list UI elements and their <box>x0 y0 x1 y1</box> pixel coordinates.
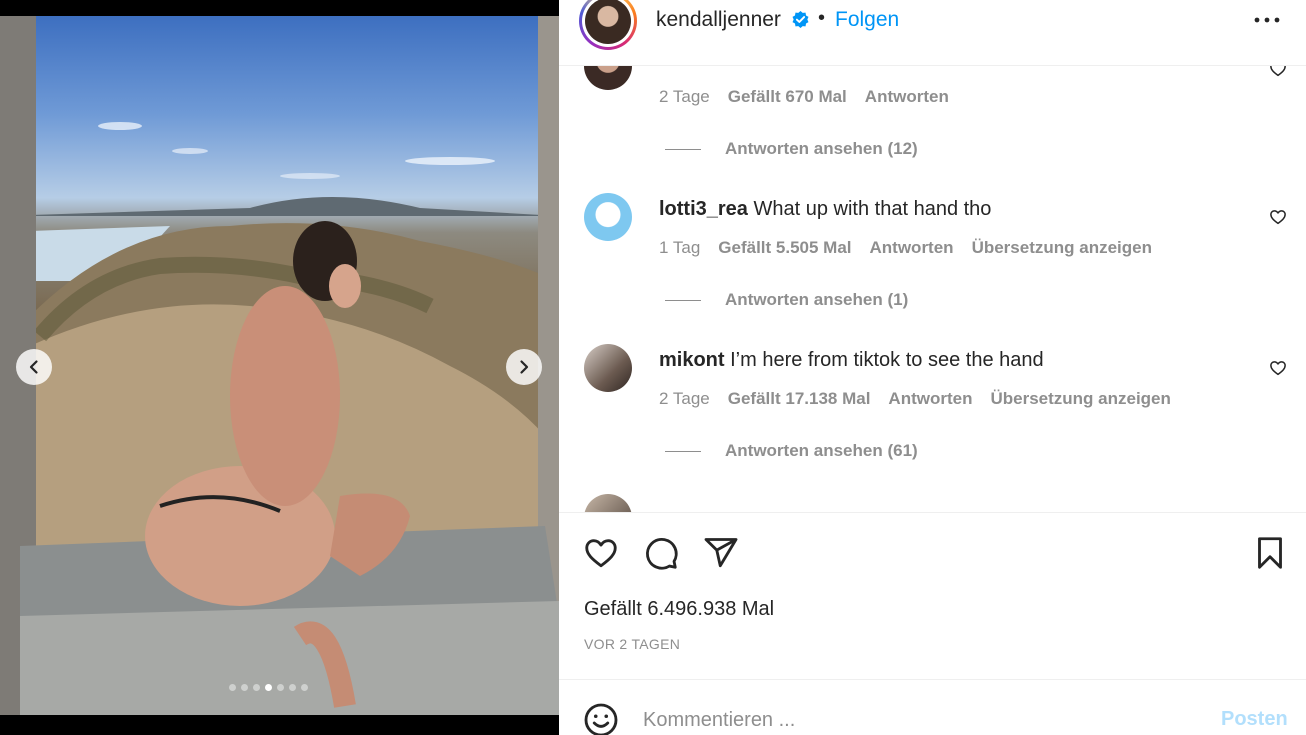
comment-meta: 2 Tage Gefällt 17.138 Mal Antworten Über… <box>659 389 1171 409</box>
heart-icon <box>585 539 617 568</box>
carousel-dot <box>229 684 236 691</box>
commenter-avatar[interactable] <box>584 193 632 241</box>
chevron-right-icon <box>520 360 529 374</box>
post-header: kendalljenner • Folgen <box>559 0 1306 66</box>
carousel-indicator <box>229 684 308 691</box>
comment-like-heart-icon[interactable] <box>1269 66 1287 78</box>
comment-like-heart-icon[interactable] <box>1269 208 1287 226</box>
commenter-username[interactable]: mikont <box>659 349 725 371</box>
save-button[interactable] <box>1252 535 1288 571</box>
comment-likes[interactable]: Gefällt 670 Mal <box>728 87 847 107</box>
comment-reply-button[interactable]: Antworten <box>870 238 954 258</box>
header-separator: • <box>818 7 826 29</box>
view-replies-label: Antworten ansehen (61) <box>725 441 918 460</box>
post-comment-button[interactable]: Posten <box>1221 708 1288 731</box>
previous-image-button[interactable] <box>16 349 52 385</box>
bookmark-icon <box>1258 537 1282 569</box>
author-username[interactable]: kendalljenner <box>656 8 781 32</box>
like-button[interactable] <box>583 535 619 571</box>
post-photo <box>0 16 559 715</box>
comment-text: What up with that hand tho <box>753 198 992 220</box>
comment-composer: Posten <box>559 679 1306 735</box>
next-image-button[interactable] <box>506 349 542 385</box>
comment-meta: 1 Tag Gefällt 5.505 Mal Antworten Überse… <box>659 238 1152 258</box>
comments-list[interactable]: 2 Tage Gefällt 670 Mal Antworten Antwort… <box>559 66 1306 512</box>
comment-like-heart-icon[interactable] <box>1269 359 1287 377</box>
carousel-dot <box>289 684 296 691</box>
comment-icon <box>645 537 678 570</box>
carousel-dot <box>253 684 260 691</box>
commenter-avatar[interactable] <box>584 344 632 392</box>
comment-time: 2 Tage <box>659 389 710 408</box>
view-replies-button[interactable]: Antworten ansehen (1) <box>665 290 908 310</box>
carousel-dot <box>241 684 248 691</box>
carousel-dot-active <box>265 684 272 691</box>
commenter-avatar[interactable] <box>584 66 632 90</box>
comment-meta: 2 Tage Gefällt 670 Mal Antworten <box>659 87 949 107</box>
comment-likes[interactable]: Gefällt 5.505 Mal <box>718 238 851 258</box>
view-replies-button[interactable]: Antworten ansehen (61) <box>665 441 918 461</box>
share-icon <box>704 538 738 568</box>
emoji-icon[interactable] <box>583 702 619 735</box>
carousel-dot <box>277 684 284 691</box>
beach-photo-illustration <box>0 16 559 715</box>
post-media <box>0 0 559 735</box>
view-replies-label: Antworten ansehen (12) <box>725 139 918 158</box>
post-actions: Gefällt 6.496.938 Mal VOR 2 TAGEN <box>559 512 1306 679</box>
comment-input[interactable] <box>643 704 1203 735</box>
share-button[interactable] <box>703 535 739 571</box>
view-replies-label: Antworten ansehen (1) <box>725 290 909 309</box>
verified-badge-icon <box>792 10 809 29</box>
post-like-count-label: Gefällt 6.496.938 Mal <box>584 598 775 620</box>
translate-button[interactable]: Übersetzung anzeigen <box>990 389 1170 409</box>
follow-button[interactable]: Folgen <box>835 8 899 32</box>
view-replies-button[interactable]: Antworten ansehen (12) <box>665 139 918 159</box>
comment-time: 2 Tage <box>659 87 710 106</box>
comment-button[interactable] <box>643 535 679 571</box>
post-side-panel: kendalljenner • Folgen 2 Tage Gefällt 67… <box>559 0 1306 735</box>
comment-reply-button[interactable]: Antworten <box>865 87 949 107</box>
commenter-username[interactable]: lotti3_rea <box>659 198 748 220</box>
comment-text: I’m here from tiktok to see the hand <box>730 349 1044 371</box>
commenter-avatar[interactable] <box>584 494 632 512</box>
post-date[interactable]: VOR 2 TAGEN <box>584 636 680 652</box>
carousel-dot <box>301 684 308 691</box>
comment-reply-button[interactable]: Antworten <box>888 389 972 409</box>
translate-button[interactable]: Übersetzung anzeigen <box>972 238 1152 258</box>
chevron-left-icon <box>29 360 38 374</box>
author-avatar[interactable] <box>579 0 637 50</box>
comment-likes[interactable]: Gefällt 17.138 Mal <box>728 389 871 409</box>
comment-time: 1 Tag <box>659 238 701 257</box>
more-options-icon[interactable] <box>1253 10 1281 30</box>
post-like-count[interactable]: Gefällt 6.496.938 Mal <box>584 598 774 621</box>
